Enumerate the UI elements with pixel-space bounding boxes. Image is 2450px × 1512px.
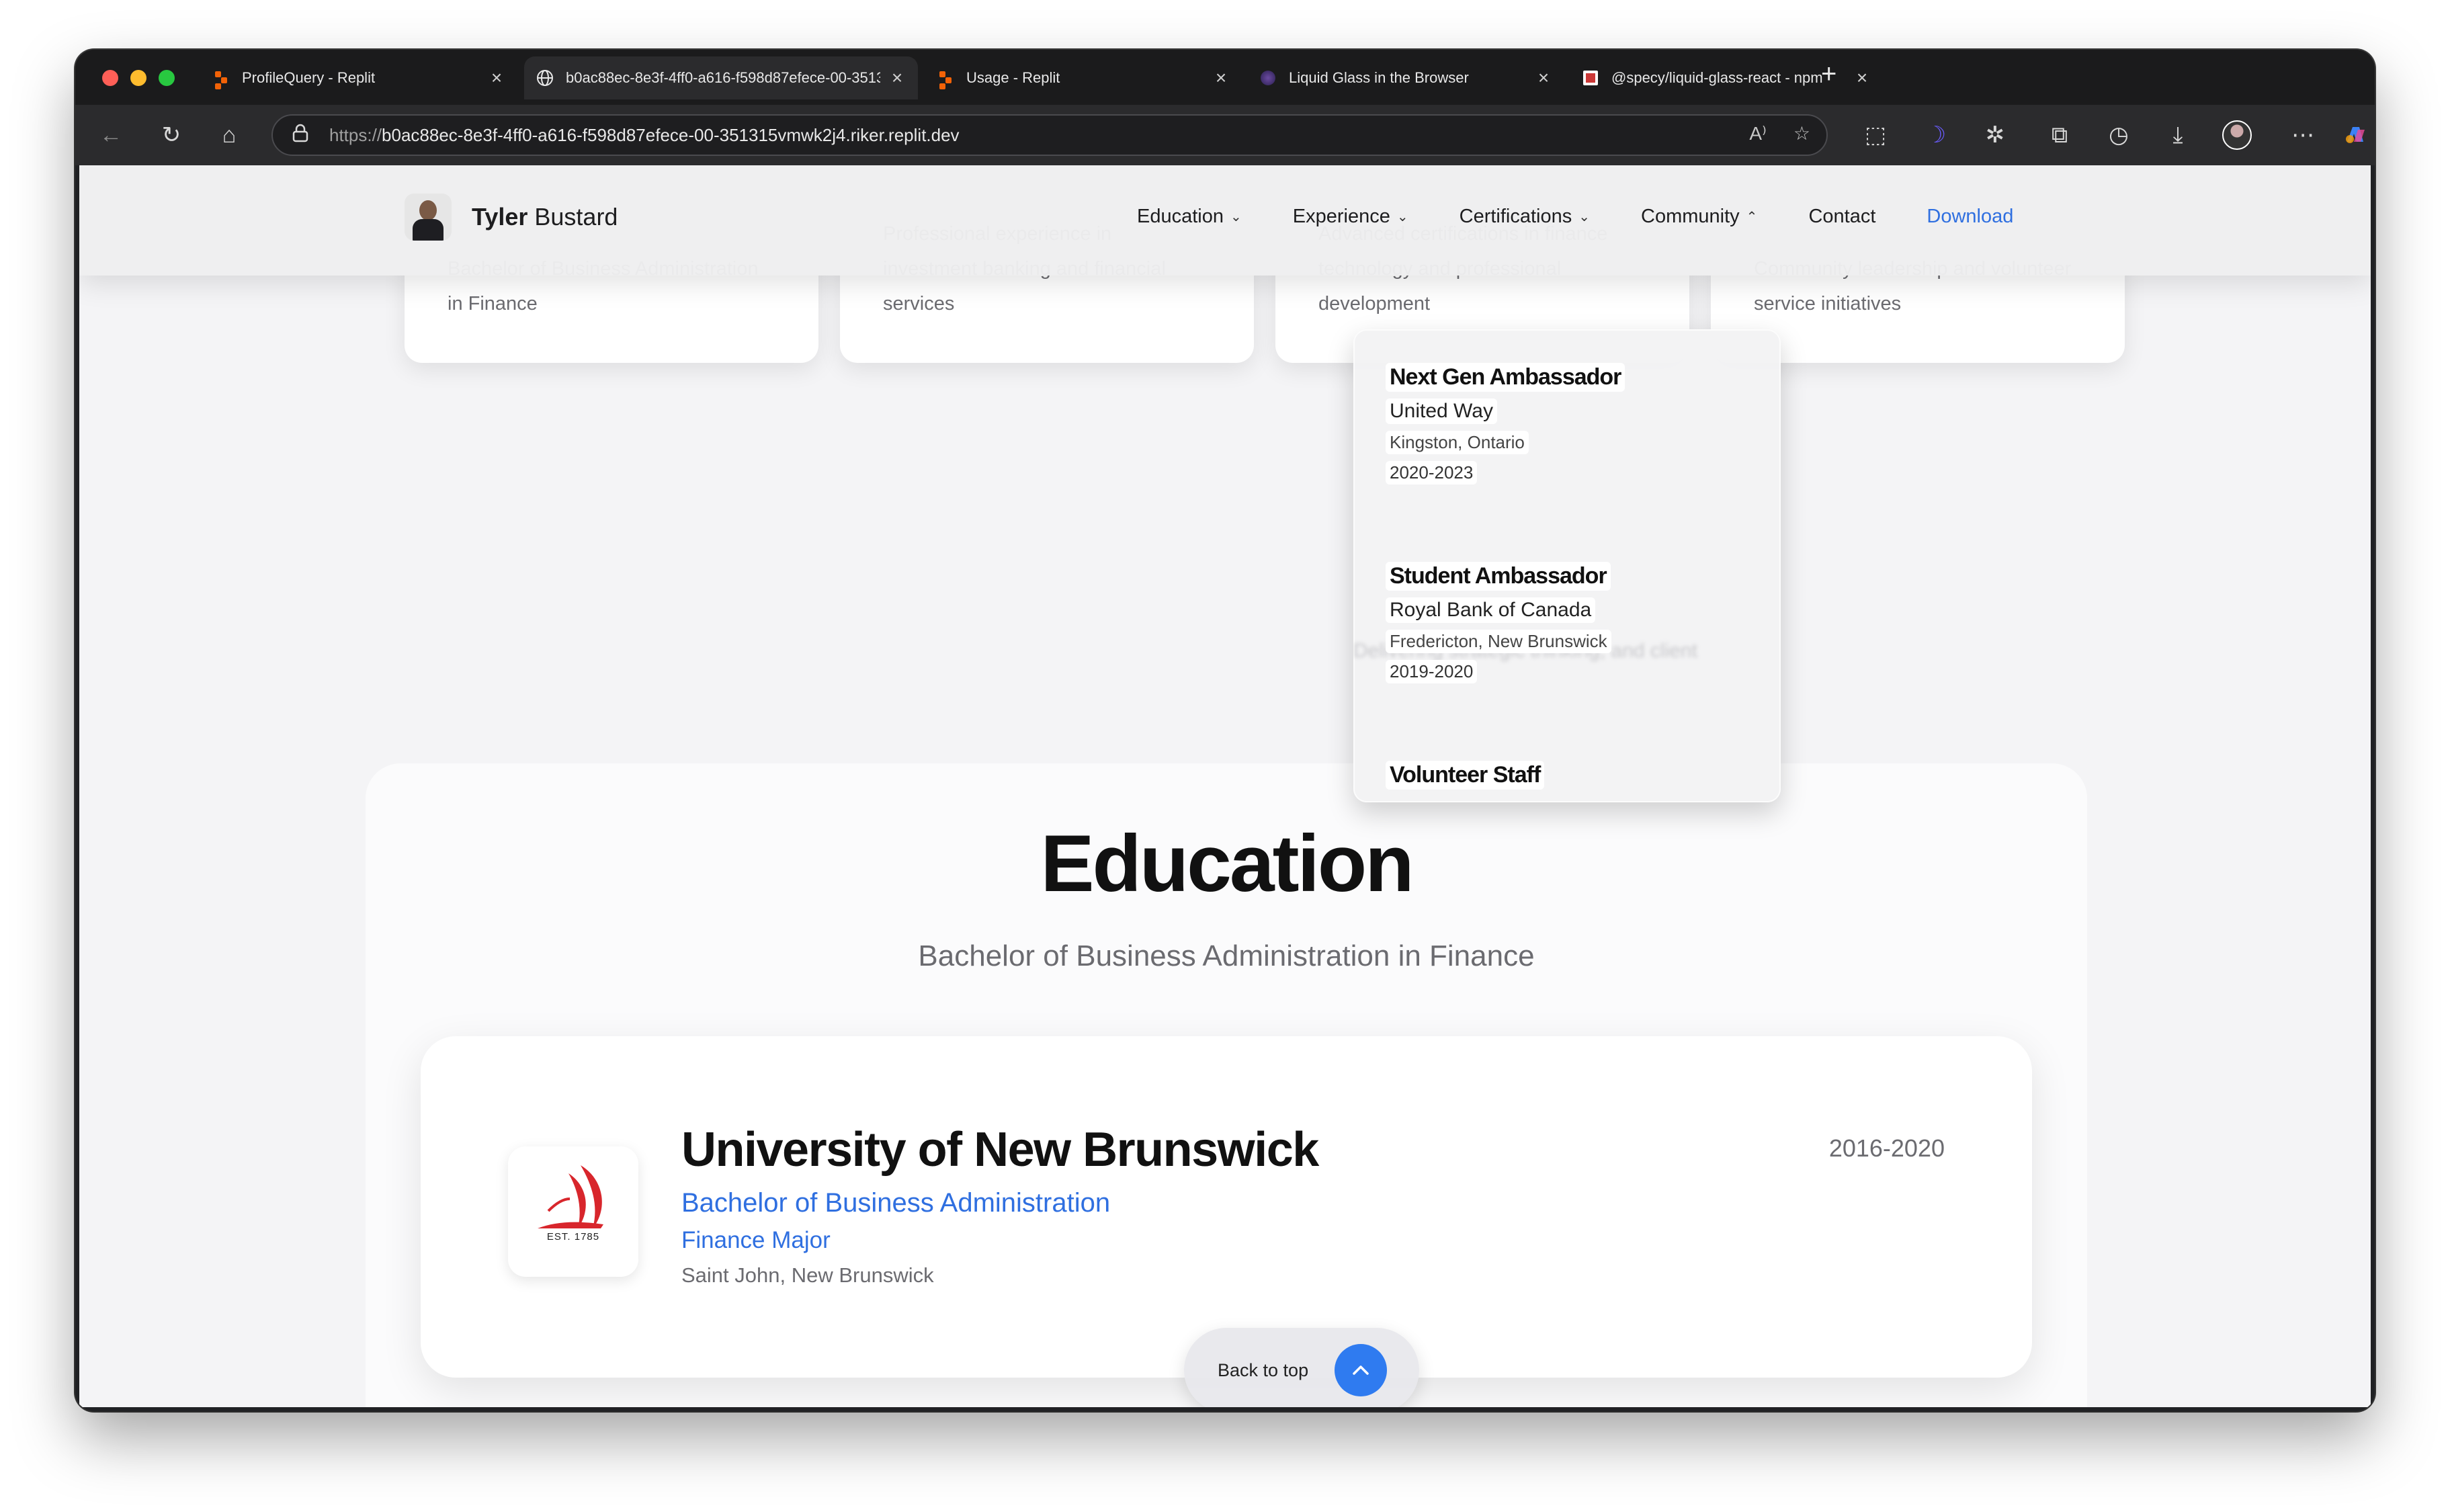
degree-name: Bachelor of Business Administration <box>681 1188 1111 1218</box>
url-text: b0ac88ec-8e3f-4ff0-a616-f598d87efece-00-… <box>382 124 960 145</box>
nav-label: Community <box>1641 206 1740 227</box>
entry-years: 2019-2020 <box>1386 660 1478 683</box>
site-icon <box>1259 69 1277 87</box>
extension-gift-icon[interactable]: ⬚ <box>1860 120 1891 151</box>
entry-org: United Way <box>1386 398 1497 424</box>
nav-certifications[interactable]: Certifications ⌄ <box>1460 206 1590 228</box>
brand-last-name: Bustard <box>534 203 618 230</box>
education-years: 2016-2020 <box>1828 1134 1945 1162</box>
tab-title: b0ac88ec-8e3f-4ff0-a616-f598d87efece-00-… <box>566 69 880 86</box>
education-card: EST. 1785 University of New Brunswick Ba… <box>421 1036 2032 1378</box>
close-tab-icon[interactable]: × <box>488 67 505 89</box>
entry-role: Next Gen Ambassador <box>1386 363 1625 392</box>
nav-label: Certifications <box>1459 206 1572 227</box>
nav-experience[interactable]: Experience ⌄ <box>1293 206 1408 228</box>
sail-logo-icon <box>538 1165 603 1228</box>
entry-location: Kingston, Ontario <box>1386 431 1529 454</box>
chevron-down-icon: ⌄ <box>1230 210 1242 224</box>
university-logo: EST. 1785 <box>508 1146 638 1277</box>
back-to-top-label: Back to top <box>1218 1359 1309 1380</box>
copilot-icon[interactable] <box>2340 120 2371 151</box>
tab-usage[interactable]: Usage - Replit × <box>925 56 1242 99</box>
brand-first-name: Tyler <box>472 203 528 230</box>
section-subtitle: Bachelor of Business Administration in F… <box>918 939 1535 972</box>
site-header: Tyler Bustard Education ⌄ Experience ⌄ Cer… <box>79 165 2371 276</box>
tab-title: @specy/liquid-glass-react - npm <box>1611 69 1823 86</box>
close-tab-icon[interactable]: × <box>1853 67 1871 89</box>
favorite-star-icon[interactable]: ☆ <box>1793 122 1810 144</box>
lock-icon <box>292 124 313 147</box>
read-aloud-icon[interactable]: A⁾ <box>1749 122 1767 144</box>
dropdown-entry[interactable]: Student Ambassador Royal Bank of Canada … <box>1386 562 1611 690</box>
maximize-window-button[interactable] <box>159 70 175 86</box>
community-dropdown: Delivering strategic thinking, and clien… <box>1353 329 1781 802</box>
dropdown-entry[interactable]: Volunteer Staff <box>1386 761 1545 796</box>
tab-profilequery[interactable]: ProfileQuery - Replit × <box>200 56 517 99</box>
close-tab-icon[interactable]: × <box>1535 67 1552 89</box>
dropdown-entry[interactable]: Next Gen Ambassador United Way Kingston,… <box>1386 363 1625 491</box>
entry-location: Fredericton, New Brunswick <box>1386 630 1611 653</box>
main-nav: Education ⌄ Experience ⌄ Certifications ⌄ C… <box>1137 206 2064 228</box>
brand-avatar <box>405 194 452 241</box>
url-scheme: https:// <box>329 124 382 145</box>
tab-liquid-glass[interactable]: Liquid Glass in the Browser × <box>1247 56 1564 99</box>
education-section: Education Bachelor of Business Administr… <box>366 763 2087 1407</box>
entry-years: 2020-2023 <box>1386 461 1478 485</box>
profile-avatar[interactable] <box>2222 120 2252 151</box>
reload-icon[interactable]: ↻ <box>156 120 187 151</box>
close-tab-icon[interactable]: × <box>888 67 906 89</box>
history-icon[interactable]: ◷ <box>2103 120 2134 151</box>
school-location: Saint John, New Brunswick <box>681 1263 934 1287</box>
minimize-window-button[interactable] <box>130 70 146 86</box>
nav-label: Experience <box>1292 206 1390 227</box>
tab-title: ProfileQuery - Replit <box>242 69 376 86</box>
chevron-up-icon: ⌃ <box>1746 210 1758 224</box>
tab-active-site[interactable]: b0ac88ec-8e3f-4ff0-a616-f598d87efece-00-… <box>524 56 918 99</box>
back-arrow-icon[interactable]: ← <box>95 120 126 151</box>
extension-moon-icon[interactable]: ☽ <box>1920 120 1951 151</box>
close-tab-icon[interactable]: × <box>1212 67 1230 89</box>
npm-icon <box>1582 69 1599 87</box>
replit-icon <box>937 69 954 87</box>
logo-text: EST. 1785 <box>546 1231 600 1243</box>
tab-title: Usage - Replit <box>966 69 1060 86</box>
entry-org: Royal Bank of Canada <box>1386 597 1596 623</box>
section-title: Education <box>1040 818 1414 909</box>
brand-name: Tyler Bustard <box>472 203 618 231</box>
tab-strip: ProfileQuery - Replit × b0ac88ec-8e3f-4f… <box>75 50 2375 105</box>
nav-label: Contact <box>1808 206 1876 227</box>
downloads-icon[interactable]: ⤓ <box>2162 120 2193 151</box>
collections-icon[interactable]: ⧉ <box>2044 120 2075 151</box>
page-viewport: Bachelor of Business Administration in F… <box>79 165 2371 1407</box>
major-name: Finance Major <box>681 1227 831 1253</box>
close-window-button[interactable] <box>102 70 118 86</box>
browser-toolbar: ← ↻ ⌂ https:// b0ac88ec-8e3f-4ff0-a616-f… <box>75 105 2375 165</box>
browser-window: ProfileQuery - Replit × b0ac88ec-8e3f-4f… <box>75 50 2375 1411</box>
nav-contact[interactable]: Contact <box>1808 206 1875 228</box>
address-bar[interactable]: https:// b0ac88ec-8e3f-4ff0-a616-f598d87… <box>271 114 1828 156</box>
chevron-down-icon: ⌄ <box>1578 210 1591 224</box>
back-to-top-button[interactable]: Back to top <box>1184 1328 1419 1407</box>
nav-label: Education <box>1137 206 1224 227</box>
arrow-up-icon <box>1335 1344 1387 1396</box>
chevron-down-icon: ⌄ <box>1396 210 1408 224</box>
extensions-puzzle-icon[interactable]: ✲ <box>1980 120 2011 151</box>
tab-title: Liquid Glass in the Browser <box>1289 69 1469 86</box>
new-tab-button[interactable]: + <box>1821 59 1836 89</box>
globe-icon <box>536 69 554 87</box>
nav-education[interactable]: Education ⌄ <box>1137 206 1242 228</box>
nav-community[interactable]: Community ⌃ <box>1641 206 1757 228</box>
brand[interactable]: Tyler Bustard <box>405 194 618 241</box>
replit-icon <box>212 69 230 87</box>
more-menu-icon[interactable]: ⋯ <box>2287 120 2318 151</box>
home-icon[interactable]: ⌂ <box>214 120 245 151</box>
entry-role: Volunteer Staff <box>1386 761 1545 790</box>
entry-role: Student Ambassador <box>1386 562 1611 591</box>
nav-label: Download <box>1927 206 2014 227</box>
nav-download[interactable]: Download <box>1927 206 2013 228</box>
school-name: University of New Brunswick <box>681 1123 1319 1177</box>
